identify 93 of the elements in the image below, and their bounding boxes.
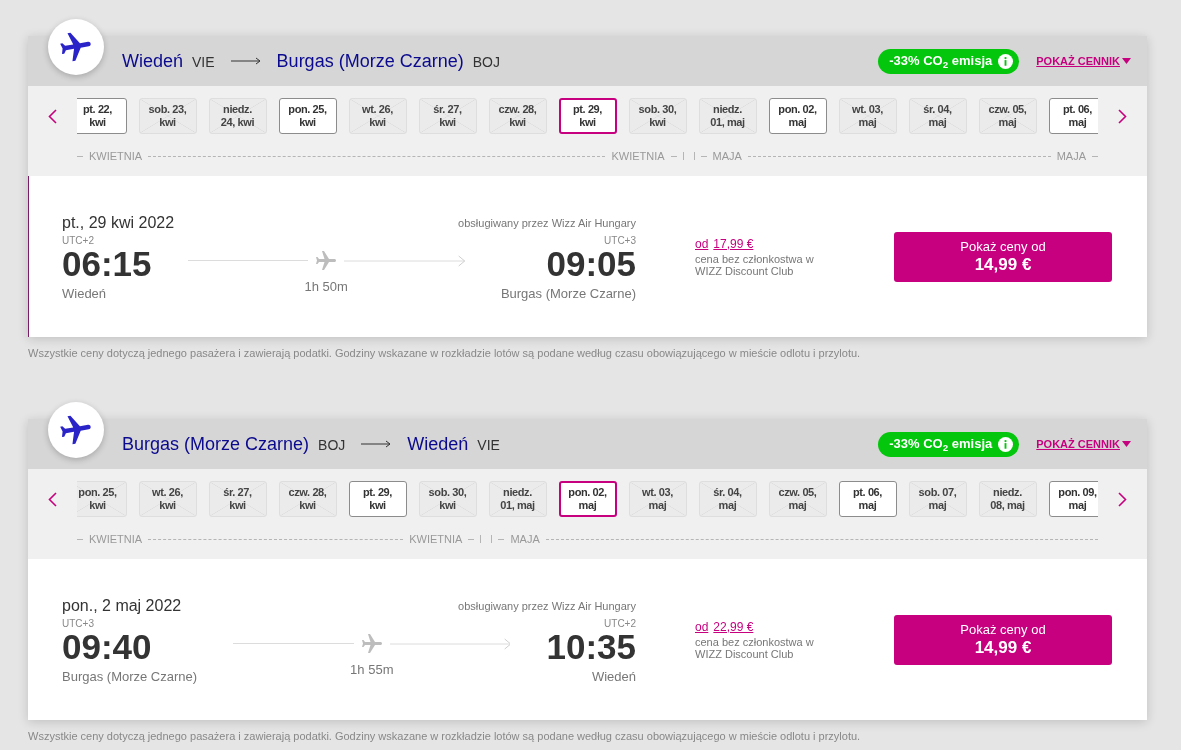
date-button[interactable]: śr. 27, kwi bbox=[418, 98, 477, 134]
flight-date: pon., 2 maj 2022 bbox=[62, 595, 182, 615]
next-dates-button[interactable] bbox=[1116, 489, 1129, 509]
date-button[interactable]: pt. 29, kwi bbox=[558, 98, 617, 134]
date-button[interactable]: niedz. 01, maj bbox=[488, 481, 547, 517]
chevron-right-icon bbox=[1118, 491, 1127, 507]
chevron-right-icon bbox=[1118, 108, 1127, 124]
date-button[interactable]: sob. 30, kwi bbox=[628, 98, 687, 134]
month-label: KWIETNIA bbox=[409, 531, 463, 547]
date-button[interactable]: śr. 04, maj bbox=[698, 481, 757, 517]
origin-code: VIE bbox=[192, 52, 215, 72]
fare-from-link[interactable]: od bbox=[695, 619, 709, 634]
date-button[interactable]: czw. 28, kwi bbox=[488, 98, 547, 134]
show-prices-link[interactable]: POKAŻ CENNIK bbox=[1036, 435, 1131, 453]
flight-duration: 1h 55m bbox=[350, 661, 394, 677]
departure-timezone: UTC+3 bbox=[62, 617, 94, 630]
fare-note: cena bez członkostwa w WIZZ Discount Club bbox=[695, 252, 815, 277]
operator-text: obsługiwany przez Wizz Air Hungary bbox=[458, 599, 636, 613]
price-disclaimer: Wszystkie ceny dotyczą jednego pasażera i zawierają podatki. Godziny wskazane w rozkładzie lotów są podane według czasu obowiązującego w mieście odlotu i przylotu. bbox=[28, 730, 862, 743]
date-button[interactable]: pt. 22, kwi bbox=[77, 98, 127, 134]
month-label: KWIETNIA bbox=[611, 148, 665, 164]
date-button[interactable]: pon. 09, maj bbox=[1048, 481, 1098, 517]
show-prices-button[interactable]: Pokaż ceny od 14,99 € bbox=[894, 614, 1112, 665]
date-button[interactable]: pon. 02, maj bbox=[768, 98, 827, 134]
date-button[interactable]: niedz. 08, maj bbox=[978, 481, 1037, 517]
destination-code: VIE bbox=[477, 435, 500, 455]
date-button[interactable]: sob. 30, kwi bbox=[418, 481, 477, 517]
departure-timezone: UTC+2 bbox=[62, 234, 94, 247]
destination-code: BOJ bbox=[472, 52, 500, 72]
fare-note: cena bez członkostwa w WIZZ Discount Club bbox=[695, 635, 815, 660]
chevron-left-icon bbox=[48, 491, 57, 507]
origin-code: BOJ bbox=[318, 435, 346, 455]
arrival-city: Wiedeń bbox=[591, 668, 636, 684]
month-label: KWIETNIA bbox=[89, 531, 143, 547]
departure-time: 09:40 bbox=[62, 629, 152, 664]
plane-icon bbox=[359, 631, 384, 656]
arrival-time: 09:05 bbox=[546, 246, 636, 281]
date-button[interactable]: wt. 03, maj bbox=[628, 481, 687, 517]
plane-logo-icon bbox=[48, 19, 104, 75]
departure-city: Burgas (Morze Czarne) bbox=[62, 668, 198, 684]
fare-from-link[interactable]: od bbox=[695, 236, 709, 251]
plane-icon bbox=[314, 248, 339, 273]
date-button[interactable]: pt. 29, kwi bbox=[348, 481, 407, 517]
date-button[interactable]: pon. 02, maj bbox=[558, 481, 617, 517]
date-button[interactable]: niedz. 24, kwi bbox=[208, 98, 267, 134]
co2-label: -33% CO$_{2}$ emisja bbox=[889, 435, 993, 454]
arrival-city: Burgas (Morze Czarne) bbox=[500, 285, 636, 301]
arrival-timezone: UTC+3 bbox=[604, 234, 636, 247]
date-button[interactable]: niedz. 01, maj bbox=[698, 98, 757, 134]
caret-icon bbox=[1122, 441, 1131, 447]
date-button[interactable]: pt. 06, maj bbox=[1048, 98, 1098, 134]
show-prices-button[interactable]: Pokaż ceny od 14,99 € bbox=[894, 231, 1112, 282]
date-button[interactable]: wt. 26, kwi bbox=[138, 481, 197, 517]
arrow-icon bbox=[361, 440, 392, 448]
destination-city: Burgas (Morze Czarne) bbox=[276, 49, 464, 73]
date-button[interactable]: pon. 25, kwi bbox=[77, 481, 127, 517]
flight-duration: 1h 50m bbox=[304, 278, 348, 294]
previous-dates-button[interactable] bbox=[46, 489, 59, 509]
date-button[interactable]: czw. 05, maj bbox=[768, 481, 827, 517]
origin-city: Burgas (Morze Czarne) bbox=[122, 432, 310, 456]
show-prices-link[interactable]: POKAŻ CENNIK bbox=[1036, 52, 1131, 70]
previous-dates-button[interactable] bbox=[46, 106, 59, 126]
date-button[interactable]: wt. 03, maj bbox=[838, 98, 897, 134]
fare-price-link[interactable]: 22,99 € bbox=[713, 619, 754, 634]
co2-label: -33% CO$_{2}$ emisja bbox=[889, 52, 993, 71]
chevron-left-icon bbox=[48, 108, 57, 124]
next-dates-button[interactable] bbox=[1116, 106, 1129, 126]
fare-price-link[interactable]: 17,99 € bbox=[713, 236, 754, 251]
arrow-icon bbox=[230, 57, 261, 65]
plane-logo-icon bbox=[48, 402, 104, 458]
date-button[interactable]: śr. 27, kwi bbox=[208, 481, 267, 517]
date-button[interactable]: czw. 05, maj bbox=[978, 98, 1037, 134]
date-button[interactable]: wt. 26, kwi bbox=[348, 98, 407, 134]
destination-city: Wiedeń bbox=[407, 432, 469, 456]
date-button[interactable]: sob. 07, maj bbox=[908, 481, 967, 517]
departure-city: Wiedeń bbox=[62, 285, 107, 301]
origin-city: Wiedeń bbox=[122, 49, 184, 73]
arrival-time: 10:35 bbox=[546, 629, 636, 664]
flight-date: pt., 29 kwi 2022 bbox=[62, 212, 175, 232]
date-button[interactable]: czw. 28, kwi bbox=[278, 481, 337, 517]
price-disclaimer: Wszystkie ceny dotyczą jednego pasażera i zawierają podatki. Godziny wskazane w rozkładzie lotów są podane według czasu obowiązującego w mieście odlotu i przylotu. bbox=[28, 347, 862, 360]
operator-text: obsługiwany przez Wizz Air Hungary bbox=[458, 216, 636, 230]
date-button[interactable]: śr. 04, maj bbox=[908, 98, 967, 134]
arrival-timezone: UTC+2 bbox=[604, 617, 636, 630]
month-label: MAJA bbox=[712, 148, 742, 164]
month-label: MAJA bbox=[1056, 148, 1086, 164]
departure-time: 06:15 bbox=[62, 246, 152, 281]
caret-icon bbox=[1122, 58, 1131, 64]
month-label: KWIETNIA bbox=[89, 148, 143, 164]
month-label: MAJA bbox=[510, 531, 540, 547]
date-button[interactable]: sob. 23, kwi bbox=[138, 98, 197, 134]
date-button[interactable]: pon. 25, kwi bbox=[278, 98, 337, 134]
date-button[interactable]: pt. 06, maj bbox=[838, 481, 897, 517]
